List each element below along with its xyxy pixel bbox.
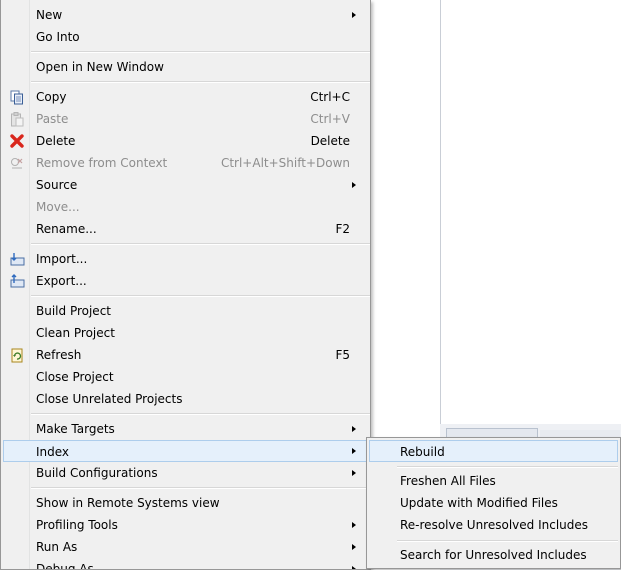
submenu-arrow-icon — [352, 470, 356, 476]
menu-item-label: Show in Remote Systems view — [36, 496, 220, 510]
menu-item-build-project[interactable]: Build Project — [3, 300, 368, 322]
menu-item-label: Go Into — [36, 30, 80, 44]
menu-item-rename[interactable]: Rename... F2 — [3, 218, 368, 240]
delete-icon — [9, 133, 25, 149]
menu-item-label: Search for Unresolved Includes — [400, 548, 587, 562]
menu-item-build-configurations[interactable]: Build Configurations — [3, 462, 368, 484]
menu-item-shortcut: Ctrl+V — [310, 112, 350, 126]
menu-item-copy[interactable]: Copy Ctrl+C — [3, 86, 368, 108]
menu-item-label: Open in New Window — [36, 60, 164, 74]
menu-item-debug-as[interactable]: Debug As — [3, 558, 368, 570]
menu-item-label: Rebuild — [400, 445, 445, 459]
paste-icon — [9, 111, 25, 127]
menu-item-profiling-tools[interactable]: Profiling Tools — [3, 514, 368, 536]
menu-item-label: Clean Project — [36, 326, 115, 340]
export-icon — [9, 273, 25, 289]
menu-item-close-project[interactable]: Close Project — [3, 366, 368, 388]
submenu-arrow-icon — [352, 12, 356, 18]
menu-item-open-in-new-window[interactable]: Open in New Window — [3, 56, 368, 78]
menu-item-shortcut: Ctrl+Alt+Shift+Down — [220, 156, 350, 170]
remove-context-icon — [9, 155, 25, 171]
menu-separator — [31, 243, 370, 245]
submenu-item-search-unresolved-includes[interactable]: Search for Unresolved Includes — [369, 544, 618, 566]
menu-item-label: Debug As — [36, 562, 94, 570]
menu-separator — [31, 81, 370, 83]
menu-item-shortcut: F2 — [335, 222, 350, 236]
menu-item-label: Rename... — [36, 222, 97, 236]
menu-item-new[interactable]: New — [3, 4, 368, 26]
copy-icon — [9, 89, 25, 105]
menu-separator — [31, 295, 370, 297]
menu-item-label: Run As — [36, 540, 78, 554]
submenu-arrow-icon — [352, 426, 356, 432]
submenu-item-update-modified-files[interactable]: Update with Modified Files — [369, 492, 618, 514]
menu-item-label: Refresh — [36, 348, 82, 362]
menu-item-label: New — [36, 8, 63, 22]
menu-item-refresh[interactable]: Refresh F5 — [3, 344, 368, 366]
menu-item-close-unrelated-projects[interactable]: Close Unrelated Projects — [3, 388, 368, 410]
menu-item-label: Source — [36, 178, 78, 192]
menu-item-remove-from-context[interactable]: Remove from Context Ctrl+Alt+Shift+Down — [3, 152, 368, 174]
menu-item-import[interactable]: Import... — [3, 248, 368, 270]
menu-item-shortcut: F5 — [335, 348, 350, 362]
menu-item-label: Close Unrelated Projects — [36, 392, 183, 406]
menu-item-export[interactable]: Export... — [3, 270, 368, 292]
menu-item-label: Delete — [36, 134, 76, 148]
menu-item-move[interactable]: Move... — [3, 196, 368, 218]
menu-item-delete[interactable]: Delete Delete — [3, 130, 368, 152]
menu-item-index[interactable]: Index — [3, 440, 368, 462]
menu-item-label: Paste — [36, 112, 69, 126]
menu-separator — [397, 466, 618, 468]
menu-item-label: Remove from Context — [36, 156, 168, 170]
menu-item-show-in-remote-systems[interactable]: Show in Remote Systems view — [3, 492, 368, 514]
menu-item-label: Build Project — [36, 304, 111, 318]
menu-item-go-into[interactable]: Go Into — [3, 26, 368, 48]
menu-item-label: Import... — [36, 252, 88, 266]
menu-item-label: Make Targets — [36, 422, 115, 436]
submenu-item-re-resolve-includes[interactable]: Re-resolve Unresolved Includes — [369, 514, 618, 536]
submenu-item-rebuild[interactable]: Rebuild — [369, 440, 618, 462]
menu-item-label: Export... — [36, 274, 87, 288]
menu-item-label: Copy — [36, 90, 67, 104]
menu-item-make-targets[interactable]: Make Targets — [3, 418, 368, 440]
submenu-arrow-icon — [352, 182, 356, 188]
submenu-arrow-icon — [352, 566, 356, 569]
context-menu: New Go Into Open in New Window Copy Ctrl… — [0, 0, 371, 570]
menu-item-label: Move... — [36, 200, 80, 214]
menu-item-paste[interactable]: Paste Ctrl+V — [3, 108, 368, 130]
menu-item-run-as[interactable]: Run As — [3, 536, 368, 558]
menu-item-label: Freshen All Files — [400, 474, 496, 488]
index-submenu: Rebuild Freshen All Files Update with Mo… — [366, 437, 621, 569]
menu-item-label: Close Project — [36, 370, 114, 384]
menu-item-label: Re-resolve Unresolved Includes — [400, 518, 589, 532]
menu-separator — [397, 540, 618, 542]
menu-item-source[interactable]: Source — [3, 174, 368, 196]
submenu-arrow-icon — [352, 544, 356, 550]
editor-area — [440, 0, 621, 425]
refresh-icon — [9, 347, 25, 363]
menu-item-label: Index — [36, 445, 70, 459]
menu-item-shortcut: Delete — [310, 134, 350, 148]
submenu-item-freshen-all-files[interactable]: Freshen All Files — [369, 470, 618, 492]
menu-item-clean-project[interactable]: Clean Project — [3, 322, 368, 344]
menu-item-label: Profiling Tools — [36, 518, 118, 532]
menu-separator — [31, 51, 370, 53]
menu-separator — [31, 487, 370, 489]
menu-item-label: Update with Modified Files — [400, 496, 558, 510]
menu-item-label: Build Configurations — [36, 466, 158, 480]
submenu-arrow-icon — [352, 522, 356, 528]
menu-item-shortcut: Ctrl+C — [310, 90, 350, 104]
import-icon — [9, 251, 25, 267]
submenu-arrow-icon — [352, 448, 356, 454]
menu-separator — [31, 413, 370, 415]
